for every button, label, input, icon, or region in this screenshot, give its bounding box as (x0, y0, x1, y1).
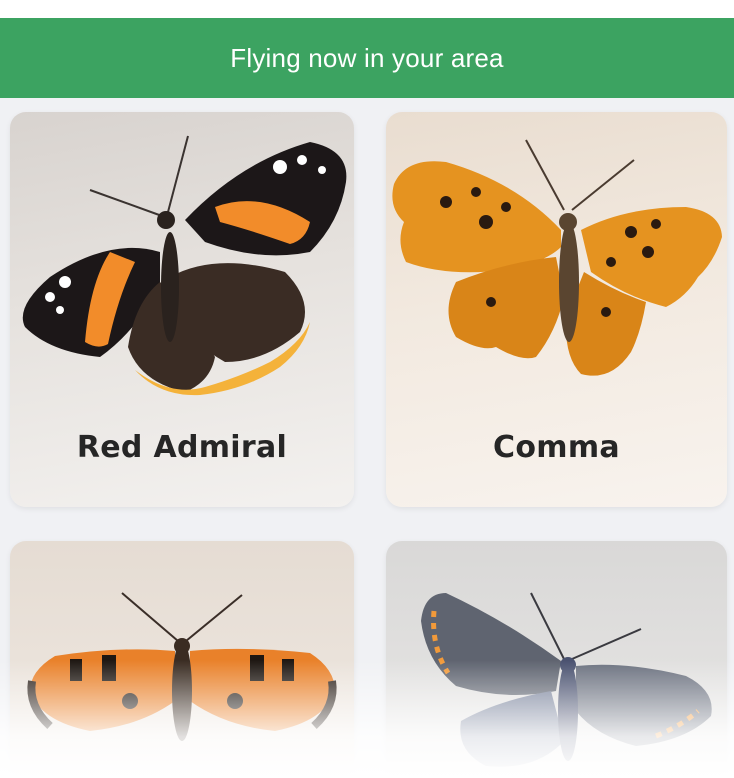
flying-now-banner: Flying now in your area (0, 18, 734, 98)
small-blue-image (421, 592, 712, 767)
species-card-comma[interactable]: Comma (386, 112, 727, 507)
species-card-small-tortoiseshell[interactable] (10, 541, 354, 778)
banner-title: Flying now in your area (230, 42, 504, 73)
red-admiral-image (22, 135, 347, 396)
species-card-red-admiral[interactable]: Red Admiral (10, 112, 354, 507)
species-name-label: Comma (493, 430, 620, 465)
species-name-label: Red Admiral (76, 430, 288, 465)
species-card-small-blue[interactable] (386, 541, 727, 778)
status-bar-area (0, 0, 734, 18)
app-screen: Flying now in your area Red Admiral Comm… (0, 0, 734, 778)
comma-image (392, 139, 722, 376)
small-tortoiseshell-image (27, 592, 337, 741)
